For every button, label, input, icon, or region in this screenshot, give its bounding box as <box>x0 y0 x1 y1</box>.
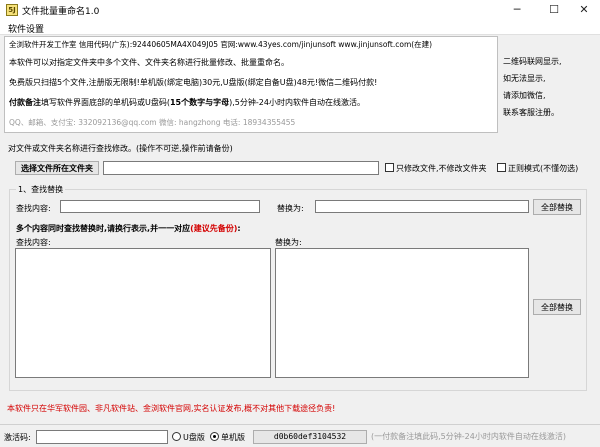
title-bar[interactable]: 5J 文件批量重命名1.0 ─ ☐ ✕ <box>0 0 600 20</box>
bottom-divider <box>0 424 600 425</box>
activation-label: 激活码: <box>4 433 31 442</box>
machine-code-field: d0b60def3104532 <box>253 430 367 444</box>
contact-info: QQ、邮箱、支付宝: 332092136@qq.com 微信: hangzhon… <box>9 118 296 127</box>
find-input[interactable] <box>60 200 260 213</box>
multi-heading-text: 多个内容同时查找替换时,请换行表示,并一一对应 <box>16 224 191 233</box>
folder-path-input[interactable] <box>103 161 379 175</box>
task-description: 对文件或文件夹名称进行查找修改。(操作不可逆,操作前请备份) <box>8 144 233 153</box>
payment-code-hint: (一付款备注填此码,5分钟-24小时内软件自动在线激活) <box>371 432 566 441</box>
multi-replace-heading: 多个内容同时查找替换时,请换行表示,并一一对应(建议先备份): <box>16 223 241 234</box>
usb-version-label: U盘版 <box>183 433 205 442</box>
close-button[interactable]: ✕ <box>566 0 600 20</box>
qr-note-4: 联系客服注册。 <box>503 108 559 117</box>
replace-label: 替换为: <box>277 204 304 213</box>
regex-label: 正则模式(不懂勿选) <box>508 164 579 173</box>
multi-replace-textarea[interactable] <box>275 248 529 378</box>
only-files-checkbox[interactable] <box>385 163 394 172</box>
replace-input[interactable] <box>315 200 529 213</box>
info-panel: 全浏软件开发工作室 信用代码(广东):92440605MA4X049J05 官网… <box>4 36 498 133</box>
payment-note-text: 填写软件界面底部的单机码或U盘码( <box>41 98 170 107</box>
single-version-label: 单机版 <box>221 433 245 442</box>
menu-item-settings[interactable]: 软件设置 <box>8 22 44 35</box>
multi-replace-all-button[interactable]: 全部替换 <box>533 299 581 315</box>
select-folder-button[interactable]: 选择文件所在文件夹 <box>15 161 99 175</box>
minimize-button[interactable]: ─ <box>499 0 535 20</box>
regex-checkbox[interactable] <box>497 163 506 172</box>
backup-note: (建议先备份) <box>190 224 238 233</box>
usb-version-radio[interactable] <box>172 432 181 441</box>
multi-find-label: 查找内容: <box>16 238 51 247</box>
only-files-label: 只修改文件,不修改文件夹 <box>396 164 487 173</box>
qr-note-1: 二维码联网显示, <box>503 57 562 66</box>
payment-note-emphasis: 15个数字与字母 <box>169 98 230 107</box>
menu-bar: 软件设置 <box>0 20 600 35</box>
payment-note-label: 付款备注 <box>9 98 41 107</box>
single-version-radio[interactable] <box>210 432 219 441</box>
multi-replace-label: 替换为: <box>275 238 302 247</box>
payment-note-end: ),5分钟-24小时内软件自动在线激活。 <box>229 98 365 107</box>
replace-all-button[interactable]: 全部替换 <box>533 199 581 215</box>
activation-code-input[interactable] <box>36 430 168 444</box>
multi-find-textarea[interactable] <box>15 248 271 378</box>
pricing-text: 免费版只扫描5个文件,注册版无限制!单机版(绑定电脑)30元,U盘版(绑定自备U… <box>9 78 378 87</box>
download-warning: 本软件只在华军软件园、非凡软件站、金浏软件官网,实名认证发布,概不对其他下载途径… <box>7 404 336 413</box>
qr-note-3: 请添加微信, <box>503 91 546 100</box>
company-info: 全浏软件开发工作室 信用代码(广东):92440605MA4X049J05 官网… <box>9 40 433 49</box>
multi-heading-colon: : <box>237 224 241 233</box>
payment-note: 付款备注填写软件界面底部的单机码或U盘码(15个数字与字母),5分钟-24小时内… <box>9 97 365 108</box>
qr-note-2: 如无法显示, <box>503 74 546 83</box>
window-title: 文件批量重命名1.0 <box>22 7 100 17</box>
app-icon: 5J <box>6 4 18 16</box>
description-text: 本软件可以对指定文件夹中多个文件、文件夹名称进行批量修改、批量重命名。 <box>9 58 289 67</box>
find-label: 查找内容: <box>16 204 51 213</box>
group-title: 1、查找替换 <box>16 184 66 195</box>
